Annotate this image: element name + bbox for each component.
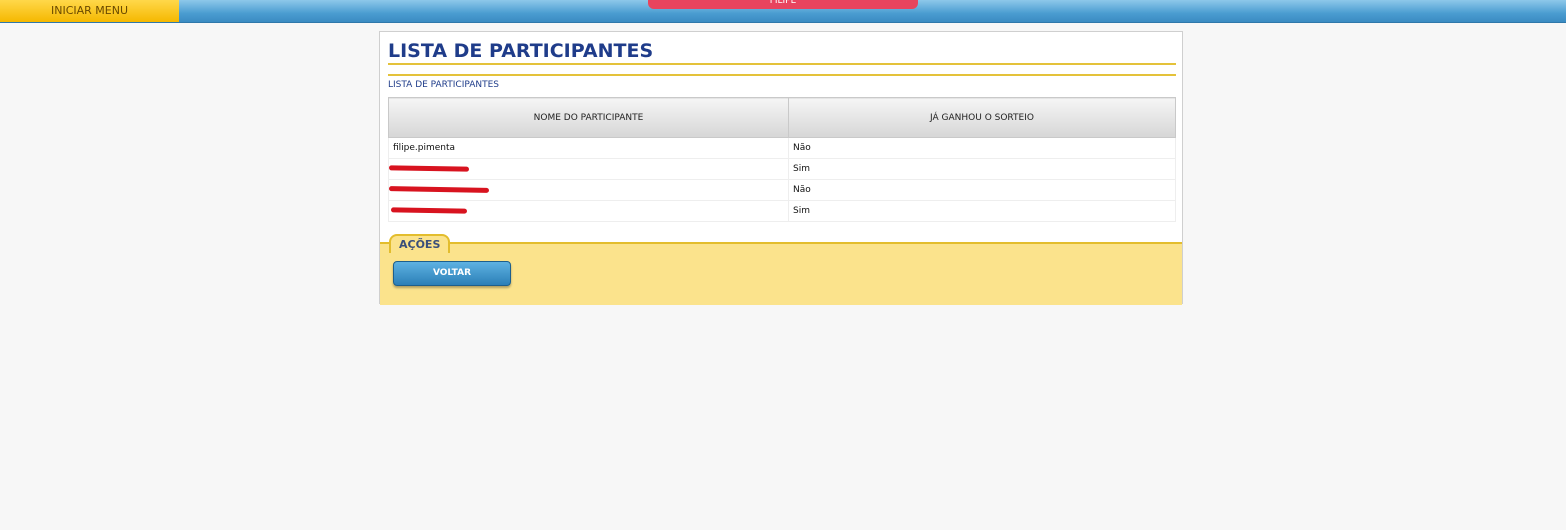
participant-name-cell [388,200,789,222]
user-name-tab[interactable]: FILIPE [648,0,918,9]
already-won-cell: Não [788,137,1176,159]
table-row: Não [388,179,1176,201]
table-row: filipe.pimenta Não [388,137,1176,159]
section-subtitle: LISTA DE PARTICIPANTES [388,80,500,90]
participants-panel: LISTA DE PARTICIPANTES LISTA DE PARTICIP… [379,31,1183,305]
participant-name-cell [388,179,789,201]
column-header-already-won[interactable]: JÁ GANHOU O SORTEIO [788,97,1176,138]
page-title: LISTA DE PARTICIPANTES [388,40,654,62]
participant-name-cell [388,158,789,180]
redaction-mark [390,207,468,214]
top-bar: INICIAR MENU FILIPE [0,0,1566,23]
title-divider [388,63,1176,65]
start-menu-button[interactable]: INICIAR MENU [0,0,179,22]
column-header-participant-name[interactable]: NOME DO PARTICIPANTE [388,97,789,138]
already-won-cell: Sim [788,158,1176,180]
back-button[interactable]: VOLTAR [393,261,511,286]
already-won-cell: Não [788,179,1176,201]
participants-table: NOME DO PARTICIPANTE JÁ GANHOU O SORTEIO… [388,97,1176,222]
table-row: Sim [388,200,1176,222]
redaction-mark [388,165,470,172]
already-won-cell: Sim [788,200,1176,222]
title-divider-secondary [388,74,1176,76]
table-row: Sim [388,158,1176,180]
participant-name-cell: filipe.pimenta [388,137,789,159]
redaction-mark [388,186,490,193]
actions-section: AÇÕES VOLTAR [380,234,1182,305]
actions-label: AÇÕES [389,234,451,253]
